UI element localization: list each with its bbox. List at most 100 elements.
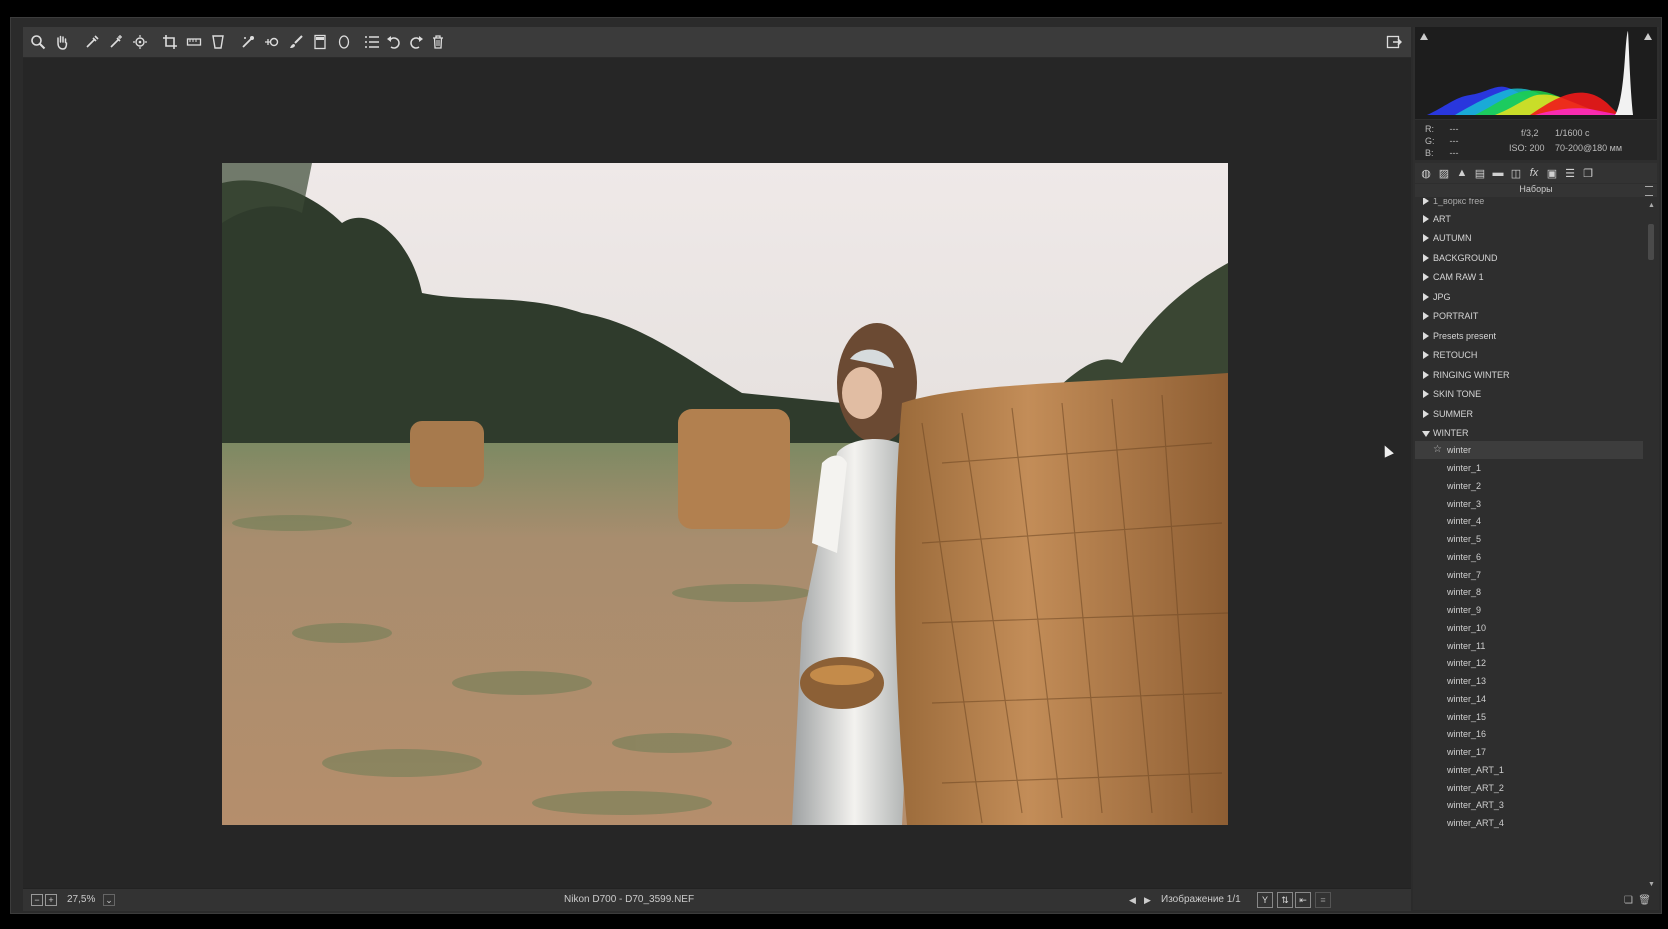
panel-tabs: ◍ ▨ ▲ ▤ ▬ ◫ fx ▣ ☰ ❐ (1415, 163, 1657, 183)
delete-preset-icon[interactable]: 🗑 (1638, 895, 1651, 906)
preset-group-cam-raw-1[interactable]: CAM RAW 1 (1415, 268, 1643, 286)
image-preview-area[interactable] (23, 58, 1411, 888)
rotate-left-icon[interactable] (383, 31, 405, 53)
preset-item[interactable]: winter_12 (1415, 654, 1643, 672)
r-label: R: (1425, 124, 1434, 134)
histogram (1415, 27, 1657, 119)
split-toning-tab-icon[interactable]: ▬ (1491, 166, 1505, 180)
rgb-exif-readout: R: --- G: --- B: --- f/3,2 1/1600 с ISO:… (1415, 120, 1657, 160)
preset-group-ringing-winter[interactable]: RINGING WINTER (1415, 366, 1643, 384)
swap-settings-icon[interactable]: ⇅ (1277, 892, 1293, 908)
preset-group-summer[interactable]: SUMMER (1415, 405, 1643, 423)
presets-tab-icon[interactable]: ☰ (1563, 166, 1577, 180)
preset-item[interactable]: winter_2 (1415, 477, 1643, 495)
hand-icon[interactable] (51, 31, 73, 53)
b-value: --- (1449, 148, 1459, 158)
presets-scrollbar[interactable]: ▲ ▼ (1647, 202, 1655, 888)
spot-removal-icon[interactable] (237, 31, 259, 53)
preset-item[interactable]: winter_17 (1415, 743, 1643, 761)
rotate-right-icon[interactable] (405, 31, 427, 53)
radial-filter-icon[interactable] (333, 31, 355, 53)
lens-corrections-tab-icon[interactable]: ◫ (1509, 166, 1523, 180)
image-counter: Изображение 1/1 (1161, 894, 1241, 905)
preset-item[interactable]: winter_ART_3 (1415, 796, 1643, 814)
preset-group-art[interactable]: ART (1415, 210, 1643, 228)
preset-group-skin-tone[interactable]: SKIN TONE (1415, 385, 1643, 403)
tone-curve-tab-icon[interactable]: ▨ (1437, 166, 1451, 180)
before-after-icon[interactable]: Y (1257, 892, 1273, 908)
zoom-level[interactable]: 27,5% (67, 893, 95, 907)
preset-item[interactable]: winter_ART_1 (1415, 761, 1643, 779)
file-info: Nikon D700 - D70_3599.NEF (564, 894, 695, 905)
preset-group-portrait[interactable]: PORTRAIT (1415, 307, 1643, 325)
zoom-in-button[interactable]: + (45, 894, 57, 906)
transform-icon[interactable] (207, 31, 229, 53)
effects-tab-icon[interactable]: fx (1527, 166, 1541, 180)
presets-panel-header: Наборы (1415, 184, 1657, 197)
detail-tab-icon[interactable]: ▲ (1455, 166, 1469, 180)
preset-item[interactable]: winter_16 (1415, 725, 1643, 743)
zoom-out-button[interactable]: − (31, 894, 43, 906)
graduated-filter-icon[interactable] (309, 31, 331, 53)
new-preset-icon[interactable]: ❏ (1624, 895, 1633, 906)
preset-group-background[interactable]: BACKGROUND (1415, 249, 1643, 267)
red-eye-icon[interactable] (261, 31, 283, 53)
open-object-icon[interactable] (1383, 31, 1405, 53)
copy-settings-icon[interactable]: ⇤ (1295, 892, 1311, 908)
preset-item[interactable]: winter_6 (1415, 548, 1643, 566)
presets-list: 1_воркс free ART AUTUMN BACKGROUND CAM R… (1415, 198, 1645, 888)
favorite-star-icon[interactable]: ☆ (1433, 441, 1442, 459)
preset-item[interactable]: winter_11 (1415, 637, 1643, 655)
status-bar: − + 27,5% ⌄ Nikon D700 - D70_3599.NEF ◀ … (23, 888, 1411, 911)
preset-item[interactable]: winter_ART_2 (1415, 779, 1643, 797)
camera-raw-window: − + 27,5% ⌄ Nikon D700 - D70_3599.NEF ◀ … (10, 17, 1662, 914)
hsl-tab-icon[interactable]: ▤ (1473, 166, 1487, 180)
g-label: G: (1425, 136, 1435, 146)
preset-group-retouch[interactable]: RETOUCH (1415, 346, 1643, 364)
scroll-up-icon[interactable]: ▲ (1648, 202, 1655, 209)
tool-bar (23, 27, 1411, 58)
zoom-dropdown-icon[interactable]: ⌄ (103, 894, 115, 906)
zoom-icon[interactable] (27, 31, 49, 53)
preset-item[interactable]: winter_14 (1415, 690, 1643, 708)
preset-item[interactable]: winter_1 (1415, 459, 1643, 477)
preset-group-presets-present[interactable]: Presets present (1415, 327, 1643, 345)
targeted-adjustment-icon[interactable] (129, 31, 151, 53)
preset-item[interactable]: winter_7 (1415, 566, 1643, 584)
snapshots-tab-icon[interactable]: ❐ (1581, 166, 1595, 180)
adjustment-brush-icon[interactable] (285, 31, 307, 53)
aperture-value: f/3,2 (1521, 128, 1539, 138)
preset-item[interactable]: winter_4 (1415, 512, 1643, 530)
view-settings-icon[interactable]: ≡ (1315, 892, 1331, 908)
color-sampler-icon[interactable] (105, 31, 127, 53)
presets-footer: ❏ 🗑 (1415, 893, 1657, 909)
trash-icon[interactable] (427, 31, 449, 53)
preset-item[interactable]: winter_10 (1415, 619, 1643, 637)
preset-item[interactable]: winter_8 (1415, 583, 1643, 601)
straighten-icon[interactable] (183, 31, 205, 53)
preset-group-partial[interactable]: 1_воркс free (1415, 198, 1643, 210)
preset-group-winter[interactable]: WINTER (1415, 424, 1643, 442)
basic-tab-icon[interactable]: ◍ (1419, 166, 1433, 180)
preset-item[interactable]: winter_15 (1415, 708, 1643, 726)
preset-item[interactable]: winter_ART_4 (1415, 814, 1643, 832)
preset-item[interactable]: winter_3 (1415, 495, 1643, 513)
preset-item[interactable]: winter_9 (1415, 601, 1643, 619)
scroll-down-icon[interactable]: ▼ (1648, 881, 1655, 888)
preset-item[interactable]: ☆ winter (1415, 441, 1643, 459)
preset-group-autumn[interactable]: AUTUMN (1415, 229, 1643, 247)
prev-image-icon[interactable]: ◀ (1129, 893, 1136, 907)
white-balance-icon[interactable] (81, 31, 103, 53)
lens-value: 70-200@180 мм (1555, 143, 1623, 153)
next-image-icon[interactable]: ▶ (1144, 893, 1151, 907)
photo-preview[interactable] (222, 163, 1228, 825)
preset-item[interactable]: winter_13 (1415, 672, 1643, 690)
camera-calibration-tab-icon[interactable]: ▣ (1545, 166, 1559, 180)
panel-menu-icon[interactable] (1645, 186, 1653, 196)
crop-icon[interactable] (159, 31, 181, 53)
b-label: B: (1425, 148, 1434, 158)
preferences-icon[interactable] (361, 31, 383, 53)
scroll-thumb[interactable] (1648, 224, 1654, 260)
preset-group-jpg[interactable]: JPG (1415, 288, 1643, 306)
preset-item[interactable]: winter_5 (1415, 530, 1643, 548)
